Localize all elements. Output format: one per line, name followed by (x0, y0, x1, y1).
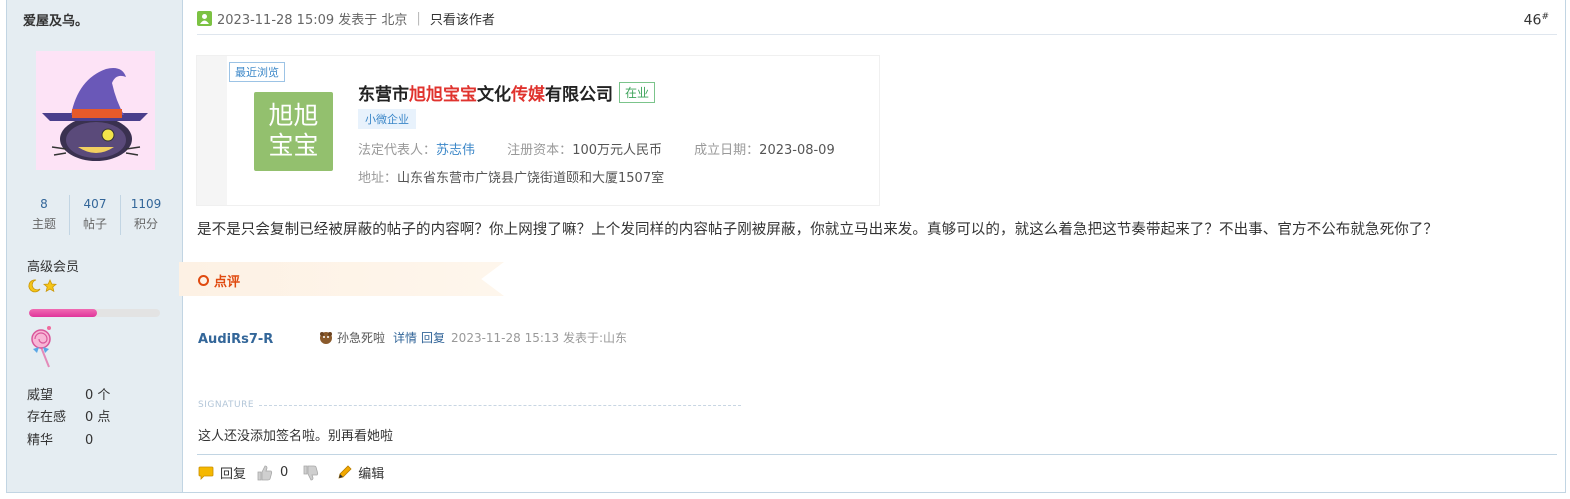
post-content: 是不是只会复制已经被屏蔽的帖子的内容啊？你上网搜了嘛？上个发同样的内容帖子刚被屏… (197, 222, 1438, 238)
addr-label: 地址： (358, 171, 398, 186)
comment-reply-link[interactable]: 回复 (421, 329, 445, 346)
signature-divider (259, 405, 741, 406)
company-status-badge: 在业 (619, 82, 656, 103)
stat-credits-num: 1109 (130, 197, 162, 211)
stat-credits[interactable]: 1109 积分 (121, 195, 171, 235)
card-side-strip (197, 56, 227, 205)
thumbs-up-icon (257, 465, 273, 480)
attr-digest: 精华 0 (27, 429, 93, 448)
attr-presence-value: 0 点 (85, 410, 111, 425)
company-name-part-3: 有限公司 (545, 85, 613, 105)
stat-threads-label: 主题 (31, 217, 56, 231)
medal[interactable] (29, 325, 55, 373)
stat-posts-label: 帖子 (82, 217, 107, 231)
level-progress-fill (29, 309, 98, 317)
floor-number-value: 46 (1523, 12, 1542, 29)
avatar[interactable] (36, 51, 155, 170)
recent-browse-tag: 最近浏览 (229, 62, 285, 82)
comment-ring-icon (198, 275, 209, 286)
author-sidebar: 爱屋及乌。 8 主题 407 帖子 1109 积分 高级会员 威望 0 个 存在… (7, 0, 183, 492)
only-author-link[interactable]: 只看该作者 (430, 9, 495, 28)
attr-presence-key: 存在感 (27, 410, 67, 425)
signature-label: SIGNATURE (198, 400, 255, 410)
comment-row: 孙急死啦 详情 回复 2023-11-28 15:13 发表于:山东 (319, 329, 627, 346)
comment-section-label: 点评 (198, 271, 240, 290)
capital-label: 注册资本： (507, 143, 573, 158)
floor-number[interactable]: 46# (1524, 12, 1549, 29)
company-info-row: 法定代表人：苏志伟 注册资本：100万元人民币 成立日期：2023-08-09 (358, 139, 835, 158)
pencil-icon (338, 464, 352, 479)
dislike-button[interactable] (302, 464, 326, 482)
company-name-part-2: 文化 (477, 85, 511, 105)
signature-text: 这人还没添加签名啦。别再看她啦 (198, 429, 394, 444)
stat-threads-num: 8 (40, 197, 48, 211)
company-card[interactable]: 最近浏览 旭旭 宝宝 东营市 旭旭宝宝 文化 传媒 有限公司 在业 小微企业 法定代表人… (197, 56, 879, 205)
comment-emoji-icon (320, 331, 332, 344)
capital-value: 100万元人民币 (572, 143, 663, 158)
company-name-part-1: 东营市 (358, 85, 409, 105)
footer-divider (197, 454, 1557, 455)
comment-detail-link[interactable]: 详情 (393, 329, 417, 346)
author-name[interactable]: 爱屋及乌。 (23, 10, 88, 29)
level-icons (27, 279, 57, 293)
like-count: 0 (280, 465, 289, 480)
header-divider-line (197, 34, 1557, 35)
attr-prestige-key: 威望 (27, 388, 54, 403)
company-logo: 旭旭 宝宝 (254, 92, 333, 171)
online-status-icon (197, 11, 212, 26)
rep-label: 法定代表人： (358, 143, 437, 158)
user-group[interactable]: 高级会员 (27, 256, 79, 275)
company-name[interactable]: 东营市 旭旭宝宝 文化 传媒 有限公司 在业 (358, 80, 656, 105)
author-stats: 8 主题 407 帖子 1109 积分 (19, 195, 171, 235)
level-progress-bar (29, 309, 160, 317)
post-time: 2023-11-28 15:09 发表于 北京 (217, 13, 408, 28)
comment-text: 孙急死啦 (337, 331, 386, 345)
date-value: 2023-08-09 (759, 143, 835, 158)
reply-button[interactable]: 回复 (198, 463, 246, 482)
company-name-highlight-2: 传媒 (511, 85, 545, 105)
comment-user-link[interactable]: AudiRs7-R (198, 332, 273, 347)
attr-prestige-value: 0 个 (85, 388, 111, 403)
company-name-highlight-1: 旭旭宝宝 (409, 85, 477, 105)
floor-mark: # (1541, 12, 1549, 22)
attr-presence: 存在感 0 点 (27, 406, 110, 425)
company-logo-text-2: 宝宝 (268, 131, 319, 160)
witch-cat-avatar-icon (42, 68, 148, 161)
company-address-row: 地址：山东省东营市广饶县广饶街道颐和大厦1507室 (358, 167, 664, 186)
attr-digest-value: 0 (85, 433, 94, 448)
lollipop-medal-icon (31, 326, 51, 368)
post-header: 2023-11-28 15:09 发表于 北京 | 只看该作者 (197, 9, 495, 28)
header-divider: | (416, 11, 421, 26)
reply-button-label: 回复 (220, 467, 247, 482)
reply-bubble-icon (198, 466, 214, 480)
edit-button-label: 编辑 (358, 467, 385, 482)
thumbs-down-icon (303, 465, 319, 480)
moon-icon (28, 279, 41, 293)
like-button[interactable]: 0 (256, 464, 288, 482)
stat-credits-label: 积分 (133, 217, 158, 231)
edit-button[interactable]: 编辑 (336, 463, 384, 482)
attr-prestige: 威望 0 个 (27, 384, 110, 403)
stat-posts[interactable]: 407 帖子 (70, 195, 121, 235)
star-icon (43, 279, 57, 293)
comment-meta: 2023-11-28 15:13 发表于:山东 (451, 331, 628, 345)
company-size-badge: 小微企业 (358, 109, 416, 129)
date-label: 成立日期： (694, 143, 760, 158)
company-logo-text-1: 旭旭 (268, 101, 319, 130)
stat-threads[interactable]: 8 主题 (19, 195, 70, 235)
attr-digest-key: 精华 (27, 433, 54, 448)
post-actions: 回复 0 编辑 (198, 463, 394, 482)
stat-posts-num: 407 (83, 197, 107, 211)
rep-value-link[interactable]: 苏志伟 (436, 143, 475, 158)
comment-label-text: 点评 (214, 275, 241, 290)
addr-value: 山东省东营市广饶县广饶街道颐和大厦1507室 (397, 171, 665, 186)
